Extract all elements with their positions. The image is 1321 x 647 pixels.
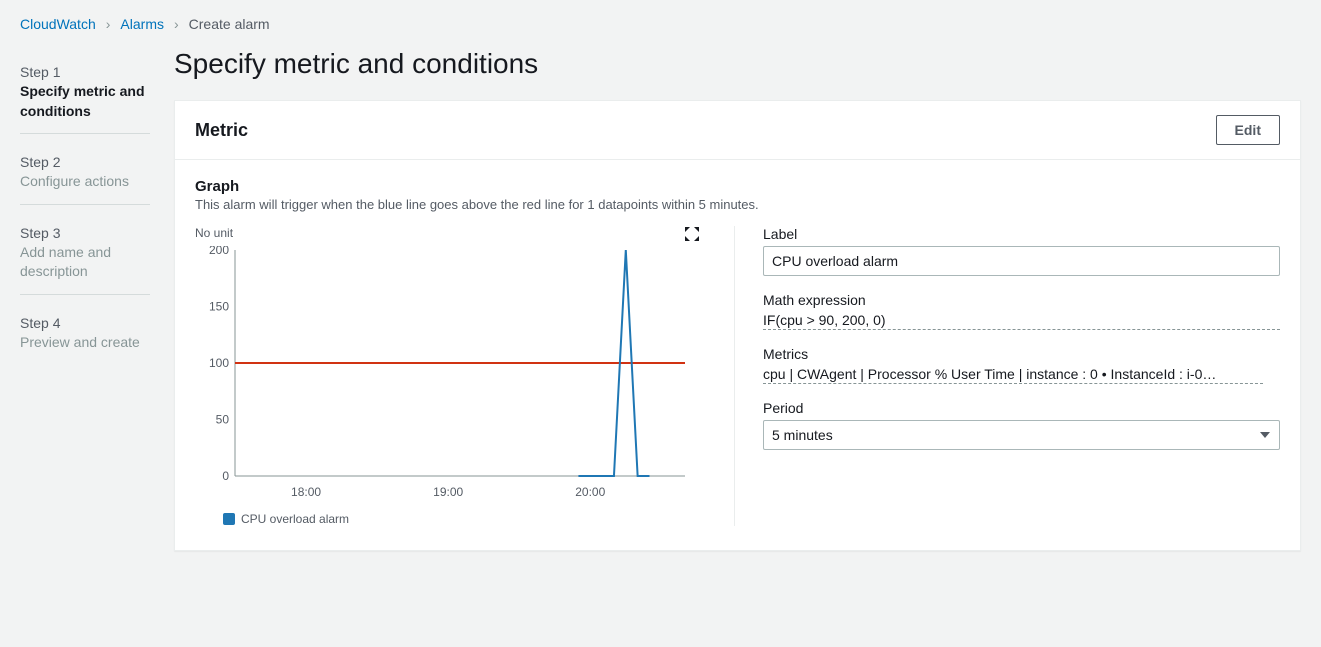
metrics-label: Metrics (763, 346, 1280, 362)
breadcrumb-current: Create alarm (189, 16, 270, 32)
period-label: Period (763, 400, 1280, 416)
svg-text:0: 0 (222, 469, 229, 483)
step-3[interactable]: Step 3 Add name and description (20, 217, 150, 295)
period-select[interactable]: 5 minutes (763, 420, 1280, 450)
math-expression-label: Math expression (763, 292, 1280, 308)
label-input[interactable] (763, 246, 1280, 276)
wizard-steps: Step 1 Specify metric and conditions Ste… (20, 40, 150, 551)
svg-text:150: 150 (209, 300, 229, 314)
y-axis-unit: No unit (195, 226, 710, 240)
graph-heading: Graph (195, 178, 1280, 195)
label-field-label: Label (763, 226, 1280, 242)
metrics-value: cpu | CWAgent | Processor % User Time | … (763, 366, 1263, 384)
graph-description: This alarm will trigger when the blue li… (195, 197, 1280, 212)
edit-button[interactable]: Edit (1216, 115, 1280, 145)
panel-title: Metric (195, 120, 248, 141)
step-4[interactable]: Step 4 Preview and create (20, 307, 150, 365)
breadcrumb: CloudWatch › Alarms › Create alarm (0, 0, 1321, 40)
metric-panel: Metric Edit Graph This alarm will trigge… (174, 100, 1301, 551)
svg-text:50: 50 (216, 413, 230, 427)
svg-text:19:00: 19:00 (433, 485, 463, 499)
legend-swatch-icon (223, 513, 235, 525)
chevron-right-icon: › (174, 16, 179, 32)
breadcrumb-alarms[interactable]: Alarms (120, 16, 164, 32)
svg-text:18:00: 18:00 (291, 485, 321, 499)
svg-text:20:00: 20:00 (575, 485, 605, 499)
step-2[interactable]: Step 2 Configure actions (20, 146, 150, 205)
math-expression-value: IF(cpu > 90, 200, 0) (763, 312, 1280, 330)
expand-icon[interactable] (684, 226, 702, 244)
svg-text:100: 100 (209, 356, 229, 370)
breadcrumb-cloudwatch[interactable]: CloudWatch (20, 16, 96, 32)
chevron-right-icon: › (106, 16, 111, 32)
metric-chart: 0 50 100 150 200 18:00 19:00 20:00 (195, 246, 695, 506)
page-title: Specify metric and conditions (174, 48, 1301, 80)
legend-label: CPU overload alarm (241, 512, 349, 526)
step-1[interactable]: Step 1 Specify metric and conditions (20, 56, 150, 134)
chart-legend: CPU overload alarm (195, 506, 710, 526)
svg-text:200: 200 (209, 246, 229, 257)
